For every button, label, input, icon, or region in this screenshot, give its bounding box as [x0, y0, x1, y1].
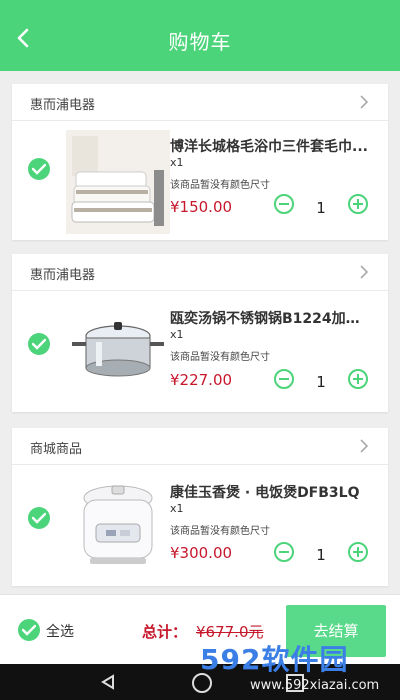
product-image-rice-cooker[interactable]	[66, 474, 170, 578]
item-checkbox[interactable]	[28, 333, 50, 355]
increment-button[interactable]	[348, 194, 368, 214]
checkmark-icon	[32, 163, 46, 175]
product-attributes: 该商品暂没有颜色尺寸	[170, 352, 270, 363]
increment-button[interactable]	[348, 369, 368, 389]
item-checkbox[interactable]	[28, 507, 50, 529]
product-attributes: 该商品暂没有颜色尺寸	[170, 180, 270, 191]
product-count: x1	[170, 502, 184, 515]
product-count: x1	[170, 328, 184, 341]
decrement-button[interactable]	[274, 194, 294, 214]
shop-row[interactable]: 惠而浦电器	[12, 254, 388, 291]
watermark-url: www.592xiazai.com	[250, 678, 380, 693]
quantity-value: 1	[316, 373, 326, 391]
shop-row[interactable]: 惠而浦电器	[12, 84, 388, 121]
item-checkbox[interactable]	[28, 158, 50, 180]
decrement-button[interactable]	[274, 369, 294, 389]
checkmark-icon	[32, 338, 46, 350]
shop-name: 惠而浦电器	[30, 268, 96, 283]
increment-button[interactable]	[348, 542, 368, 562]
towel-set-icon	[66, 130, 170, 234]
checkmark-icon	[32, 512, 46, 524]
stainless-pot-icon	[72, 322, 164, 377]
status-bar	[0, 0, 400, 8]
nav-back-icon[interactable]	[100, 674, 116, 690]
shop-name: 商城商品	[30, 442, 83, 457]
product-count: x1	[170, 156, 184, 169]
checkmark-icon	[22, 624, 36, 636]
select-all-checkbox[interactable]	[18, 619, 40, 641]
chevron-right-icon[interactable]	[358, 94, 370, 110]
product-attributes: 该商品暂没有颜色尺寸	[170, 526, 270, 537]
shop-name: 惠而浦电器	[30, 98, 96, 113]
quantity-value: 1	[316, 546, 326, 564]
cart-item-card: 惠而浦电器 博洋长城格毛浴巾三件套毛巾... x1 该商品暂没有颜色尺寸 ¥15…	[12, 84, 388, 240]
shop-row[interactable]: 商城商品	[12, 428, 388, 465]
page-title: 购物车	[168, 30, 232, 54]
cart-item-card: 商城商品 康佳玉香煲 · 电饭煲DFB3LQ x1 该商品暂没有颜色尺寸 ¥30…	[12, 428, 388, 586]
product-price: ¥227.00	[170, 371, 233, 389]
product-name[interactable]: 康佳玉香煲 · 电饭煲DFB3LQ	[170, 482, 370, 502]
product-name[interactable]: 博洋长城格毛浴巾三件套毛巾...	[170, 136, 370, 156]
product-name[interactable]: 瓯奕汤锅不锈钢锅B1224加厚...	[170, 308, 370, 328]
chevron-right-icon[interactable]	[358, 264, 370, 280]
cart-item-card: 惠而浦电器 瓯奕汤锅不锈钢锅B1224加厚... x1 该商品暂没有颜色尺寸 ¥…	[12, 254, 388, 412]
watermark-logo: 592软件园	[200, 643, 349, 676]
rice-cooker-icon	[83, 485, 153, 564]
product-image-towel-set[interactable]	[66, 130, 170, 234]
select-all-label[interactable]: 全选	[46, 621, 74, 641]
product-price: ¥150.00	[170, 198, 233, 216]
product-price: ¥300.00	[170, 544, 233, 562]
product-image-stainless-pot[interactable]	[66, 298, 170, 402]
app-header: 购物车	[0, 8, 400, 71]
decrement-button[interactable]	[274, 542, 294, 562]
quantity-value: 1	[316, 199, 326, 217]
chevron-right-icon[interactable]	[358, 438, 370, 454]
total-label: 总计：	[142, 623, 188, 641]
